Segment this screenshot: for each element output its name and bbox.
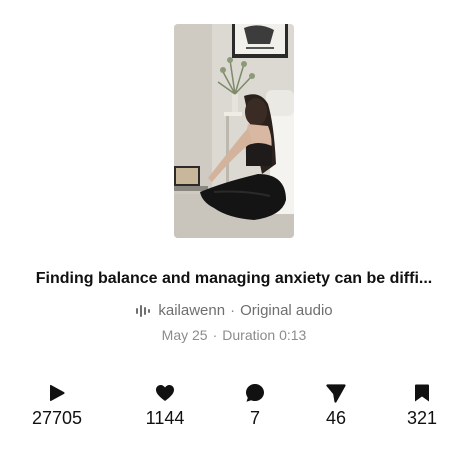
post-meta: May 25 · Duration 0:13: [0, 327, 468, 343]
post-title[interactable]: Finding balance and managing anxiety can…: [0, 270, 468, 288]
meta-separator: ·: [212, 327, 218, 343]
audio-separator: ·: [230, 302, 236, 319]
send-icon: [296, 382, 376, 404]
heart-icon: [125, 382, 205, 404]
saves-stat[interactable]: 321: [382, 382, 462, 429]
post-date: May 25: [161, 327, 208, 343]
post-duration: Duration 0:13: [222, 327, 307, 343]
comments-stat[interactable]: 7: [215, 382, 295, 429]
stats-bar: 27705 1144 7 46 321: [0, 382, 468, 432]
video-thumbnail[interactable]: [174, 24, 294, 238]
plays-stat[interactable]: 27705: [17, 382, 97, 429]
likes-count: 1144: [145, 408, 185, 428]
bookmark-icon: [382, 382, 462, 404]
plays-count: 27705: [31, 408, 83, 428]
audio-attribution[interactable]: kailawenn · Original audio: [0, 302, 468, 319]
shares-stat[interactable]: 46: [296, 382, 376, 429]
video-thumbnail-image: [174, 24, 294, 238]
comments-count: 7: [249, 408, 260, 428]
audio-label[interactable]: Original audio: [240, 302, 333, 319]
saves-count: 321: [406, 408, 438, 428]
audio-author[interactable]: kailawenn: [158, 302, 225, 319]
shares-count: 46: [325, 408, 347, 428]
likes-stat[interactable]: 1144: [125, 382, 205, 429]
play-icon: [17, 382, 97, 404]
audio-wave-icon: [135, 304, 151, 318]
comment-bubble-icon: [215, 382, 295, 404]
